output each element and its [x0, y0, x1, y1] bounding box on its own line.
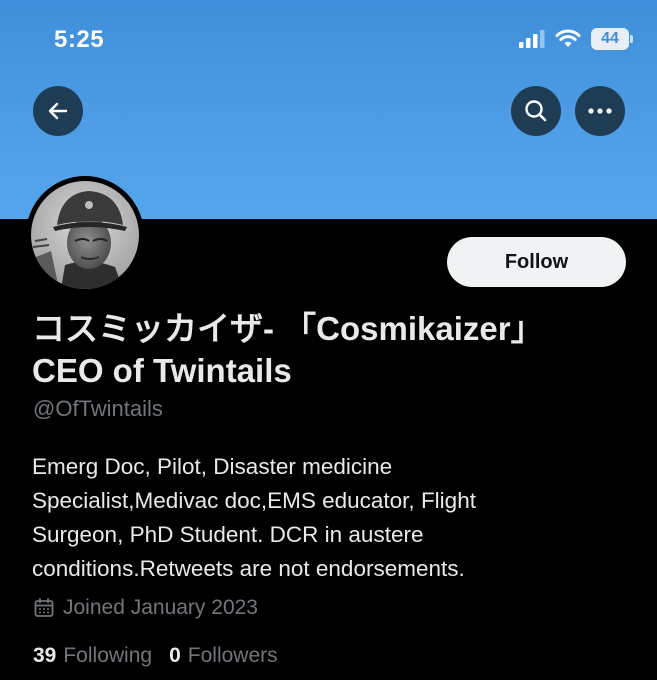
back-button[interactable] — [33, 86, 83, 136]
display-name-line-2: CEO of Twintails — [32, 352, 292, 389]
wifi-icon — [555, 29, 581, 47]
more-horizontal-icon — [588, 108, 612, 114]
bio-line: Surgeon, PhD Student. DCR in austere — [32, 522, 424, 547]
bio: Emerg Doc, Pilot, Disaster medicine Spec… — [32, 450, 632, 586]
search-button[interactable] — [511, 86, 561, 136]
user-handle: @OfTwintails — [33, 396, 163, 421]
status-time: 5:25 — [54, 26, 105, 53]
status-icons: 44 — [519, 26, 633, 52]
avatar[interactable] — [26, 176, 144, 294]
arrow-left-icon — [48, 102, 68, 120]
more-button[interactable] — [575, 86, 625, 136]
followers-link[interactable]: 0 Followers — [169, 644, 278, 668]
search-icon — [525, 100, 547, 122]
calendar-icon — [34, 598, 54, 617]
following-label: Following — [63, 644, 153, 667]
following-count: 39 — [33, 644, 57, 667]
following-link[interactable]: 39 Following — [33, 644, 152, 668]
followers-count: 0 — [169, 644, 181, 667]
display-name: コスミッカイザ- 「Cosmikaizer」 CEO of Twintails — [32, 308, 632, 392]
avatar-image — [31, 181, 139, 289]
followers-label: Followers — [187, 644, 278, 667]
joined-text: Joined January 2023 — [63, 596, 258, 619]
bio-line: conditions.Retweets are not endorsements… — [32, 556, 465, 581]
battery-level: 44 — [601, 30, 619, 47]
follow-button[interactable]: Follow — [447, 237, 626, 287]
display-name-line-1: コスミッカイザ- 「Cosmikaizer」 — [32, 310, 544, 347]
bio-line: Specialist,Medivac doc,EMS educator, Fli… — [32, 488, 476, 513]
follow-stats: 39 Following 0 Followers — [33, 644, 278, 668]
cellular-signal-icon — [519, 30, 545, 48]
bio-line: Emerg Doc, Pilot, Disaster medicine — [32, 454, 393, 479]
battery-icon: 44 — [591, 28, 633, 50]
joined-date: Joined January 2023 — [33, 596, 258, 620]
